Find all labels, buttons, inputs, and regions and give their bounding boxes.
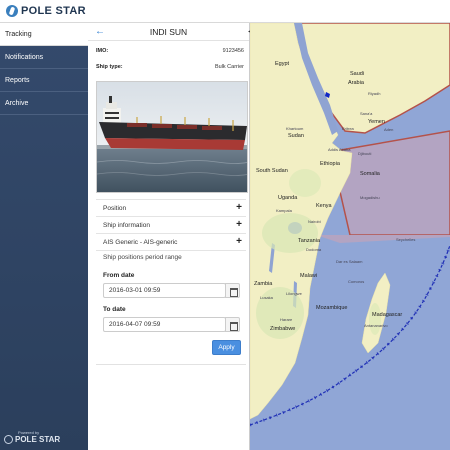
map-label-saudi: Saudi [350,71,365,77]
brand-name: POLE STAR [21,5,86,17]
expand-plus-icon[interactable]: + [236,219,242,230]
map-label-eritrea: Eritrea [342,126,354,131]
accordion-ais-generic-label: AIS Generic - AIS-generic [103,239,178,246]
polestar-logo-icon [6,5,18,17]
map-label-egypt: Egypt [275,61,290,67]
map-label-tanzania: Tanzania [298,238,321,244]
map-label-zambia: Zambia [254,281,273,287]
map-view[interactable]: Egypt Saudi Arabia Yemen Khartoum Sudan … [250,23,450,450]
sidebar-item-reports[interactable]: Reports [0,69,88,92]
imo-value: 9123456 [222,48,244,54]
map-label-lilongwe: Lilongwe [286,291,302,296]
accordion-position-label: Position [103,205,127,212]
panel-divider [96,364,246,365]
map-label-kenya: Kenya [316,203,332,209]
sidebar-item-tracking[interactable]: Tracking [0,23,88,46]
accordion-ship-information[interactable]: Ship information + [96,216,246,233]
map-label-ethiopia: Ethiopia [320,161,340,167]
from-date-label: From date [103,272,135,279]
imo-label: IMO: [96,48,109,54]
ship-type-value: Bulk Carrier [214,64,244,70]
map-label-sudan: Sudan [288,133,304,139]
sidebar-item-notifications[interactable]: Notifications [0,46,88,69]
accordion-ship-information-label: Ship information [103,222,150,229]
map-label-antananarivo: Antananarivo [364,323,388,328]
map-label-sanaa: Sana'a [360,111,373,116]
map-label-mozambique: Mozambique [316,305,348,311]
imo-row: IMO: 9123456 [96,48,244,59]
ship-type-row: Ship type: Bulk Carrier [96,64,244,75]
accordion-ais-generic[interactable]: AIS Generic - AIS-generic + [96,233,246,250]
map-label-khartoum: Khartoum [286,126,304,131]
brand-logo[interactable]: POLE STAR [6,5,86,17]
from-date-input[interactable]: 2016-03-01 09:59 [103,283,226,298]
map-label-dodoma: Dodoma [306,247,322,252]
polestar-footer-icon [4,435,13,444]
period-range-title[interactable]: Ship positions period range [103,254,182,261]
sidebar-item-archive[interactable]: Archive [0,92,88,115]
ship-detail-panel: ← INDI SUN ◀ IMO: 9123456 Ship type: Bul… [88,23,253,450]
map-label-harare: Harare [280,317,293,322]
ship-photo [96,81,248,193]
accordion-divider [96,250,246,251]
map-label-uganda: Uganda [278,195,298,201]
map-label-lusaka: Lusaka [260,295,273,300]
sidebar-nav: Tracking Notifications Reports Archive P… [0,23,88,450]
calendar-icon[interactable] [225,283,240,298]
map-label-kampala: Kampala [276,208,292,213]
ship-type-label: Ship type: [96,64,123,70]
map-label-riyadh: Riyadh [368,91,381,96]
footer-brand: POLE STAR [15,435,61,444]
map-label-nairobi: Nairobi [308,219,321,224]
map-label-madagascar: Madagascar [372,312,403,318]
top-bar: POLE STAR [0,0,450,23]
map-label-addis-ababa: Addis Ababa [328,147,351,152]
accordion-position[interactable]: Position + [96,199,246,216]
to-date-label: To date [103,306,126,313]
map-label-south-sudan: South Sudan [256,168,288,174]
map-label-djibouti: Djibouti [358,151,372,156]
map-label-comoros: Comoros [348,279,365,284]
map-label-yemen: Yemen [368,119,385,125]
expand-plus-icon[interactable]: + [236,202,242,213]
map-label-malawi: Malawi [300,273,318,279]
map-label-aden: Aden [384,127,394,132]
to-date-input[interactable]: 2016-04-07 09:59 [103,317,226,332]
nav-footer: Powered by POLE STAR [4,430,60,444]
map-label-zimbabwe: Zimbabwe [270,326,296,332]
apply-button[interactable]: Apply [212,340,241,355]
map-label-seychelles: Seychelles [396,237,416,242]
map-canvas [250,23,450,427]
expand-plus-icon[interactable]: + [236,236,242,247]
calendar-icon[interactable] [225,317,240,332]
map-label-mogadishu: Mogadishu [360,195,380,200]
map-label-somalia: Somalia [360,171,380,177]
map-label-dar-es-salaam: Dar es Salaam [336,259,363,264]
map-label-arabia: Arabia [348,80,364,86]
panel-header: ← INDI SUN [88,23,249,41]
ship-name: INDI SUN [149,27,188,37]
